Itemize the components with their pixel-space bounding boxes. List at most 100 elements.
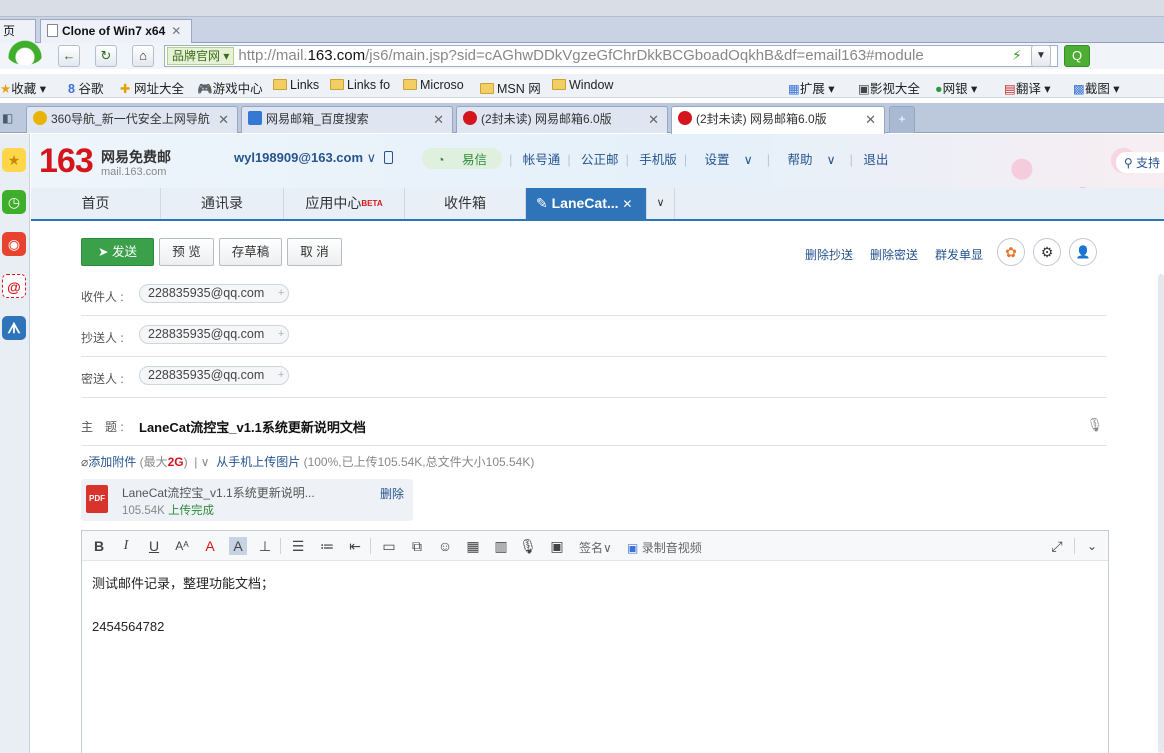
nav-mobile[interactable]: 手机版 (639, 153, 677, 167)
preview-button[interactable]: 预 览 (159, 238, 214, 266)
highlight-icon[interactable]: A (229, 537, 247, 555)
font-color-icon[interactable]: A (201, 537, 219, 555)
browser-tab-mail-1[interactable]: (2封未读) 网易邮箱6.0版 ✕ (456, 106, 668, 133)
favorites-star-icon[interactable]: ★ (2, 148, 26, 172)
attachment-name[interactable]: LaneCat流控宝_v1.1系统更新说明... (122, 484, 315, 501)
phone-icon[interactable] (383, 151, 393, 164)
subject-row[interactable]: 主 题 : LaneCat流控宝_v1.1系统更新说明文档 🎙 (81, 405, 1107, 446)
history-clock-icon[interactable]: ◷ (2, 190, 26, 214)
send-button[interactable]: ➤ 发送 (81, 238, 154, 266)
screenshot-icon[interactable]: ⧉ (408, 537, 426, 555)
plus-icon[interactable]: + (278, 326, 284, 343)
table-icon[interactable]: ▦ (464, 537, 482, 555)
add-contact-icon[interactable]: 👤 (1069, 238, 1097, 266)
nav-logout[interactable]: 退出 (863, 153, 888, 167)
nav-notarized-mail[interactable]: 公正邮 (581, 153, 619, 167)
bookmark-google[interactable]: 8 谷歌 (68, 78, 103, 97)
underline-icon[interactable]: U (145, 537, 163, 555)
subject-field[interactable]: LaneCat流控宝_v1.1系统更新说明文档 (139, 417, 366, 436)
message-editor[interactable]: B I U Aᴬ A A ⊥ ☰ ≔ ⇤ ▭ ⧉ ☺ ▦ ▥ 🎙 ▣ 签名∨ ▣… (81, 530, 1109, 753)
plus-icon[interactable]: + (278, 367, 284, 384)
page-scrollbar[interactable] (1158, 274, 1164, 753)
bookmark-favorites[interactable]: ★收藏 ▾ (0, 78, 46, 97)
bookmark-links[interactable]: Links (273, 78, 319, 92)
body-line-1[interactable]: 测试邮件记录，整理功能文档； (92, 573, 274, 592)
image-icon[interactable]: ▭ (380, 537, 398, 555)
lightning-icon[interactable]: ⚡ (1012, 47, 1022, 64)
bookmark-portal[interactable]: ✚ 网址大全 (120, 78, 184, 97)
bold-icon[interactable]: B (90, 537, 108, 555)
browser-tab-360[interactable]: 360导航_新一代安全上网导航 ✕ (26, 106, 238, 133)
browser-tab-baidu[interactable]: 网易邮箱_百度搜索 ✕ (241, 106, 453, 133)
close-icon[interactable]: ✕ (433, 107, 444, 132)
nav-help[interactable]: 帮助 ∨ (780, 153, 842, 167)
user-account[interactable]: wyl198909@163.com ∨ (234, 150, 393, 166)
emoji-icon[interactable]: ☺ (436, 537, 454, 555)
tool-video[interactable]: ▣影视大全 (858, 78, 920, 97)
tab-contacts[interactable]: 通讯录 (161, 188, 284, 219)
plus-icon[interactable]: + (278, 285, 284, 302)
home-button[interactable]: ⌂ (132, 45, 154, 67)
people-icon[interactable]: ᗑ (2, 316, 26, 340)
browser-tab-mail-2[interactable]: (2封未读) 网易邮箱6.0版 ✕ (671, 106, 885, 134)
tab-inbox[interactable]: 收件箱 (405, 188, 526, 219)
voice-icon[interactable]: 🎙 (519, 537, 537, 555)
gear-icon[interactable]: ⚙ (1033, 238, 1061, 266)
cc-chip[interactable]: 228835935@qq.com + (139, 325, 290, 344)
sidebar-toggle-icon[interactable]: ◧ (2, 111, 13, 125)
recipient-chip[interactable]: 228835935@qq.com + (139, 284, 290, 303)
nav-account[interactable]: 帐号通 (523, 153, 561, 167)
close-icon[interactable]: ✕ (648, 107, 659, 132)
close-icon[interactable]: ✕ (622, 197, 632, 211)
bookmark-windows[interactable]: Window (552, 78, 613, 92)
calendar-icon[interactable]: ▥ (492, 537, 510, 555)
bookmark-microsoft[interactable]: Microso (403, 78, 464, 92)
brand-badge[interactable]: 品牌官网 ▾ (167, 47, 235, 65)
logo-163[interactable]: 163 (39, 144, 94, 178)
italic-icon[interactable]: I (117, 537, 135, 555)
separate-send-link[interactable]: 群发单显 (935, 246, 983, 263)
chevron-down-icon[interactable]: ▼ (1031, 45, 1051, 67)
tool-extensions[interactable]: ▦扩展 ▾ (788, 78, 835, 97)
bookmark-links-fo[interactable]: Links fo (330, 78, 390, 92)
tab-overflow-button[interactable]: ∨ (647, 188, 675, 219)
save-draft-button[interactable]: 存草稿 (219, 238, 282, 266)
tool-screenshot[interactable]: ▩截图 ▾ (1073, 78, 1120, 97)
nav-settings[interactable]: 设置 ∨ (698, 153, 760, 167)
bcc-chip[interactable]: 228835935@qq.com + (139, 366, 290, 385)
signature-dropdown[interactable]: 签名∨ (579, 539, 612, 556)
body-line-2[interactable]: 2454564782 (92, 619, 164, 634)
delete-attachment-link[interactable]: 删除 (380, 485, 404, 502)
new-tab-button[interactable]: + (889, 106, 915, 133)
translate-icon[interactable]: ▣ (548, 537, 566, 555)
vm-tab-clone[interactable]: Clone of Win7 x64 ✕ (40, 19, 192, 44)
remove-cc-link[interactable]: 删除抄送 (805, 246, 853, 263)
tool-bank[interactable]: ●网银 ▾ (935, 78, 977, 97)
chevron-down-icon[interactable]: ∨ (201, 455, 210, 469)
address-bar[interactable]: 品牌官网 ▾ http://mail.163.com/js6/main.jsp?s… (164, 45, 1058, 67)
back-button[interactable]: ← (58, 45, 80, 67)
yixin-link[interactable]: ◔ 易信 (422, 148, 503, 169)
close-icon[interactable]: ✕ (171, 24, 181, 38)
cancel-button[interactable]: 取 消 (287, 238, 342, 266)
add-attachment-link[interactable]: ⌀添加附件 (81, 455, 136, 469)
refresh-button[interactable]: ↻ (95, 45, 117, 67)
remove-bcc-link[interactable]: 删除密送 (870, 246, 918, 263)
expand-icon[interactable]: ⤢ (1048, 537, 1066, 555)
tab-app-center[interactable]: 应用中心BETA (284, 188, 405, 219)
tab-compose-active[interactable]: ✎ LaneCat... ✕ (526, 188, 647, 219)
close-icon[interactable]: ✕ (218, 107, 229, 132)
search-engine-icon[interactable]: Q (1064, 45, 1090, 67)
tab-home[interactable]: 首页 (31, 188, 161, 219)
weibo-icon[interactable]: ◉ (2, 232, 26, 256)
bullet-list-icon[interactable]: ≔ (318, 537, 336, 555)
indent-icon[interactable]: ⇤ (346, 537, 364, 555)
microphone-icon[interactable]: 🎙 (1086, 417, 1103, 433)
format-brush-icon[interactable]: ⊥ (256, 537, 274, 555)
bookmark-games[interactable]: 🎮游戏中心 (197, 78, 263, 97)
upload-from-phone-link[interactable]: 从手机上传图片 (216, 455, 300, 469)
collapse-icon[interactable]: ⌄ (1083, 537, 1101, 555)
mail-icon[interactable]: @ (2, 274, 26, 298)
align-left-icon[interactable]: ☰ (289, 537, 307, 555)
tool-translate[interactable]: ▤翻译 ▾ (1004, 78, 1051, 97)
